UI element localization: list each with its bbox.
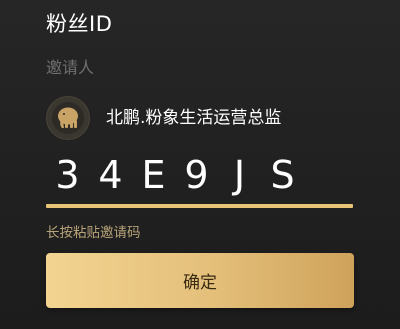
elephant-logo-icon <box>52 102 84 134</box>
inviter-label: 邀请人 <box>46 58 95 77</box>
code-char: 4 <box>98 153 123 197</box>
invite-code-input[interactable]: 3 4 E 9 J S <box>46 150 353 200</box>
code-underline <box>46 204 353 208</box>
avatar <box>46 96 90 140</box>
code-char: 9 <box>184 153 209 197</box>
invite-code-screen: 粉丝ID 邀请人 北鹏.粉象生活运营总监 3 4 E 9 J S 长按粘贴邀请码… <box>0 0 400 329</box>
confirm-button[interactable]: 确定 <box>46 253 354 308</box>
code-char: E <box>141 153 166 197</box>
code-char: J <box>233 153 246 197</box>
inviter-name: 北鹏.粉象生活运营总监 <box>106 108 282 128</box>
page-title: 粉丝ID <box>46 12 113 36</box>
code-char: S <box>270 153 295 197</box>
code-char: 3 <box>55 153 80 197</box>
inviter-row: 北鹏.粉象生活运营总监 <box>46 96 281 140</box>
paste-invite-code-link[interactable]: 长按粘贴邀请码 <box>46 224 141 242</box>
